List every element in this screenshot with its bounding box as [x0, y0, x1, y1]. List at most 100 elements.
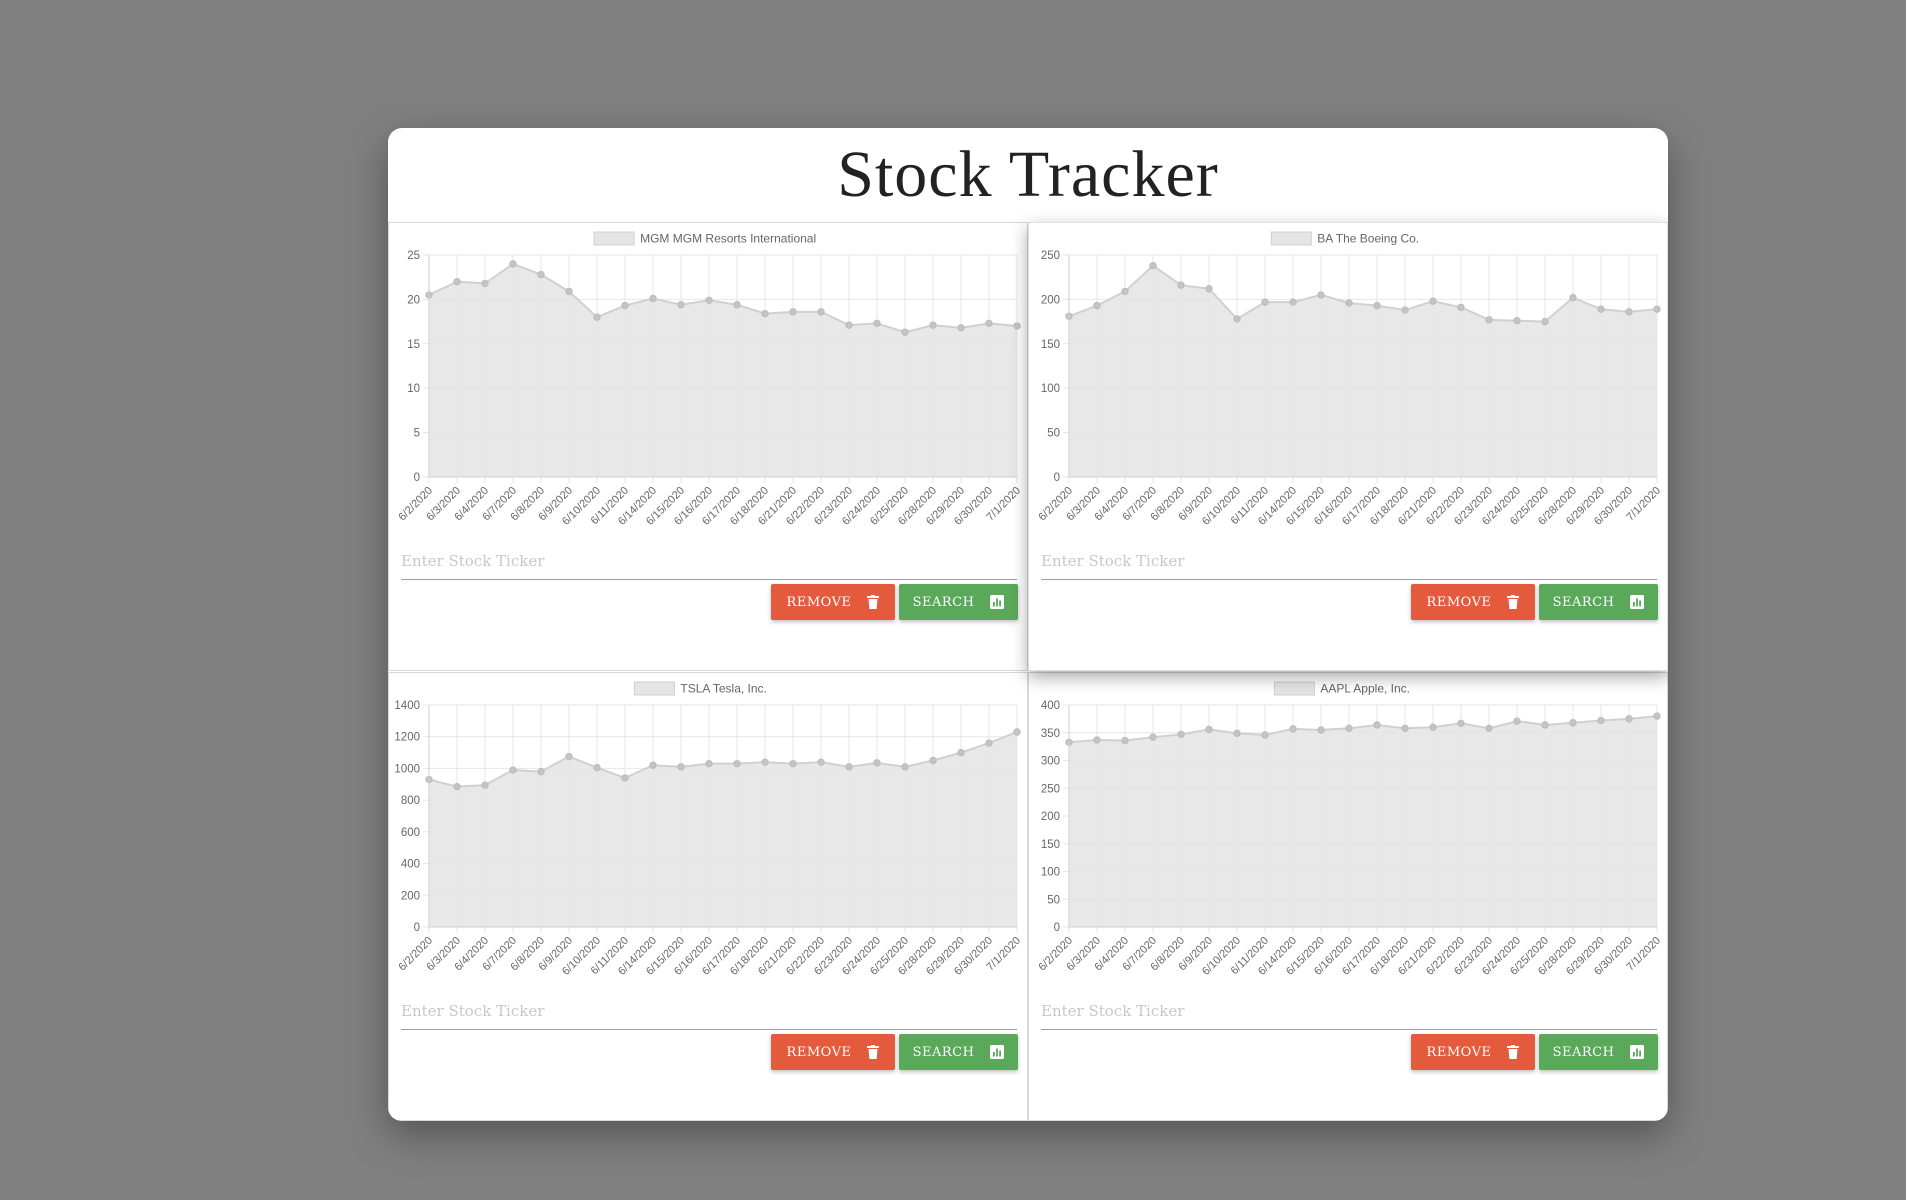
stock-ticker-input[interactable] — [1041, 992, 1657, 1030]
series-area — [429, 263, 1017, 477]
data-point — [845, 321, 853, 329]
remove-button-label: REMOVE — [786, 1044, 852, 1060]
data-point — [1317, 291, 1325, 299]
remove-button-label: REMOVE — [1426, 594, 1492, 610]
data-point — [733, 759, 741, 768]
y-tick-label: 100 — [1041, 383, 1060, 395]
data-point — [537, 270, 545, 279]
remove-button[interactable]: REMOVE — [1411, 1034, 1535, 1070]
data-point — [537, 767, 545, 776]
data-point — [985, 319, 993, 328]
data-point — [593, 763, 601, 772]
remove-button[interactable]: REMOVE — [1411, 584, 1535, 620]
y-tick-label: 50 — [1047, 428, 1060, 440]
search-button[interactable]: SEARCH — [899, 1034, 1018, 1070]
data-point — [1569, 293, 1577, 302]
remove-button[interactable]: REMOVE — [771, 584, 895, 620]
data-point — [1457, 719, 1465, 728]
data-point — [705, 296, 713, 304]
search-button-label: SEARCH — [912, 1044, 975, 1060]
data-point — [677, 763, 685, 771]
stock-ticker-input[interactable] — [1041, 542, 1657, 580]
y-tick-label: 0 — [414, 922, 420, 934]
data-point — [1261, 298, 1269, 306]
data-point — [1485, 724, 1493, 733]
data-point — [873, 759, 881, 767]
data-point — [509, 766, 517, 774]
y-tick-label: 400 — [1041, 700, 1060, 712]
data-point — [1625, 308, 1633, 316]
y-tick-label: 0 — [414, 472, 420, 484]
data-point — [1317, 726, 1325, 734]
data-point — [929, 756, 937, 765]
y-tick-label: 1200 — [394, 732, 420, 744]
series-area — [1069, 716, 1657, 927]
remove-button[interactable]: REMOVE — [771, 1034, 895, 1070]
remove-button-label: REMOVE — [786, 594, 852, 610]
stock-ticker-input[interactable] — [401, 992, 1017, 1030]
stock-card-mgm: MGM MGM Resorts International 0 5 10 15 20 25 6… — [388, 222, 1028, 671]
data-point — [1541, 721, 1549, 729]
data-point — [957, 748, 965, 757]
legend-swatch — [1270, 231, 1312, 246]
bar-chart-icon — [990, 595, 1005, 609]
legend-swatch — [1273, 681, 1315, 696]
data-point — [1149, 733, 1157, 741]
y-tick-label: 25 — [407, 250, 420, 262]
data-point — [1013, 728, 1021, 736]
data-point — [1597, 305, 1605, 313]
data-point — [1233, 729, 1241, 738]
data-point — [1541, 317, 1549, 326]
data-point — [1625, 715, 1633, 723]
bar-chart-icon — [1630, 1045, 1645, 1059]
data-point — [1205, 285, 1213, 293]
y-tick-label: 300 — [1041, 756, 1060, 768]
trash-icon — [1507, 595, 1520, 609]
y-tick-label: 10 — [407, 383, 420, 395]
data-point — [1261, 731, 1269, 739]
search-button-label: SEARCH — [912, 594, 975, 610]
search-button[interactable]: SEARCH — [1539, 584, 1658, 620]
bar-chart-icon — [1630, 595, 1645, 609]
y-tick-label: 5 — [414, 428, 420, 440]
stock-ticker-input[interactable] — [401, 542, 1017, 580]
stock-chart: MGM MGM Resorts International05101520256… — [396, 231, 1023, 528]
search-button[interactable]: SEARCH — [1539, 1034, 1658, 1070]
data-point — [1093, 736, 1101, 744]
data-point — [1653, 712, 1661, 720]
y-tick-label: 150 — [1041, 839, 1060, 851]
y-tick-label: 250 — [1041, 250, 1060, 262]
data-point — [481, 279, 489, 288]
data-point — [1345, 724, 1353, 733]
y-tick-label: 400 — [401, 859, 420, 871]
data-point — [1373, 721, 1381, 729]
stock-chart: AAPL Apple, Inc. 0 50 100 150 200 250 300 350 400… — [1036, 681, 1663, 978]
data-point — [789, 759, 797, 768]
y-tick-label: 0 — [1054, 922, 1060, 934]
trash-icon — [867, 1045, 880, 1059]
search-button[interactable]: SEARCH — [899, 584, 1018, 620]
y-tick-label: 15 — [407, 339, 420, 351]
app-window: Stock Tracker MGM MGM Resorts Internatio… — [388, 128, 1668, 1121]
data-point — [1289, 725, 1297, 733]
data-point — [565, 752, 573, 761]
data-point — [957, 324, 965, 332]
data-point — [1401, 724, 1409, 733]
page-title: Stock Tracker — [837, 138, 1219, 211]
y-tick-label: 1400 — [394, 700, 420, 712]
data-point — [1093, 301, 1101, 310]
data-point — [621, 301, 629, 310]
y-tick-label: 20 — [407, 294, 420, 306]
data-point — [1429, 297, 1437, 305]
stock-chart: BA The Boeing Co.0501001502002506/2/2020… — [1036, 231, 1663, 528]
stock-grid: MGM MGM Resorts International 0 5 10 15 20 25 6… — [388, 222, 1668, 1121]
data-point — [1401, 306, 1409, 314]
data-point — [1121, 287, 1129, 296]
y-tick-label: 350 — [1041, 728, 1060, 740]
legend-label: AAPL Apple, Inc. — [1320, 682, 1410, 696]
data-point — [1233, 315, 1241, 323]
legend-swatch — [593, 231, 635, 246]
data-point — [565, 287, 573, 296]
data-point — [761, 758, 769, 766]
data-point — [1177, 281, 1185, 289]
